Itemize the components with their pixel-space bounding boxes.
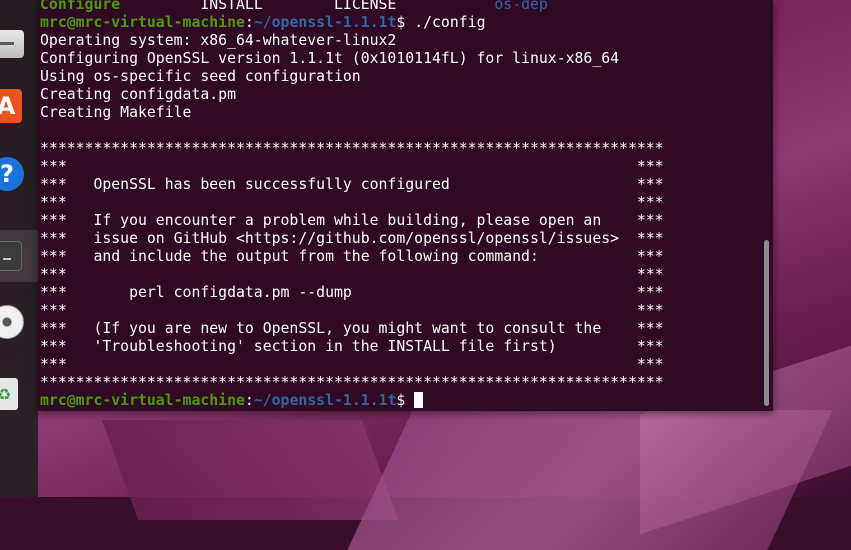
help-icon: ?: [0, 157, 24, 191]
output-line: *** OpenSSL has been successfully config…: [40, 176, 664, 193]
terminal-window[interactable]: Configure INSTALL LICENSE os-dep mrc@mrc-…: [38, 0, 773, 411]
output-line: *** issue on GitHub <https://github.com/…: [40, 230, 664, 247]
output-line: Configuring OpenSSL version 1.1.1t (0x10…: [40, 50, 620, 67]
dock-item-trash[interactable]: ♻: [0, 368, 38, 420]
dock-item-software-store[interactable]: A: [0, 80, 38, 132]
output-line: *** ***: [40, 194, 664, 211]
wallpaper-shape: [101, 420, 399, 520]
dock-item-files[interactable]: [0, 18, 38, 70]
ls-entry: Configure: [40, 0, 121, 13]
output-line: *** (If you are new to OpenSSL, you migh…: [40, 320, 664, 337]
output-line: *** and include the output from the foll…: [40, 248, 664, 265]
ls-entry: LICENSE: [334, 0, 397, 13]
output-line: *** If you encounter a problem while bui…: [40, 212, 664, 229]
dock-item-disc[interactable]: [0, 296, 38, 348]
output-line: ****************************************…: [40, 374, 664, 391]
ls-entry: INSTALL: [200, 0, 263, 13]
prompt-separator: :: [244, 392, 254, 409]
prompt-symbol: $: [396, 14, 406, 31]
prompt-symbol: $: [396, 392, 415, 409]
ls-entry: os-dep: [494, 0, 548, 13]
output-line: *** 'Troubleshooting' section in the INS…: [40, 338, 664, 355]
terminal-output: Configure INSTALL LICENSE os-dep mrc@mrc-…: [40, 0, 664, 410]
disc-icon: [0, 305, 24, 339]
output-line: *** ***: [40, 356, 664, 373]
dock-item-help[interactable]: ?: [0, 148, 38, 200]
output-line: Creating Makefile: [40, 104, 192, 121]
prompt-path: ~/openssl-1.1.1t: [253, 392, 397, 409]
prompt-separator: :: [244, 14, 254, 31]
output-line: *** ***: [40, 158, 664, 175]
ls-output-line: Configure INSTALL LICENSE os-dep: [40, 0, 664, 14]
scrollbar[interactable]: [764, 240, 769, 406]
final-prompt-line[interactable]: mrc@mrc-virtual-machine:~/openssl-1.1.1t…: [40, 392, 664, 410]
command-output: Operating system: x86_64-whatever-linux2…: [40, 32, 664, 392]
text-cursor: [414, 392, 424, 408]
dock-item-terminal[interactable]: [0, 230, 38, 282]
output-line: Using os-specific seed configuration: [40, 68, 361, 85]
dock: A ? ♻: [0, 0, 38, 497]
files-icon: [0, 30, 24, 58]
prompt-path: ~/openssl-1.1.1t: [253, 14, 397, 31]
prompt-user-host: mrc@mrc-virtual-machine: [40, 392, 245, 409]
output-line: *** perl configdata.pm --dump ***: [40, 284, 664, 301]
software-store-icon: A: [0, 89, 22, 123]
prompt-line: mrc@mrc-virtual-machine:~/openssl-1.1.1t…: [40, 14, 664, 32]
output-line: *** ***: [40, 266, 664, 283]
output-line: ****************************************…: [40, 140, 664, 157]
output-line: Operating system: x86_64-whatever-linux2: [40, 32, 397, 49]
prompt-user-host: mrc@mrc-virtual-machine: [40, 14, 245, 31]
terminal-icon: [0, 241, 22, 271]
trash-icon: ♻: [0, 378, 18, 410]
output-line: *** ***: [40, 302, 664, 319]
output-line: Creating configdata.pm: [40, 86, 236, 103]
prompt-command: ./config: [405, 14, 486, 31]
